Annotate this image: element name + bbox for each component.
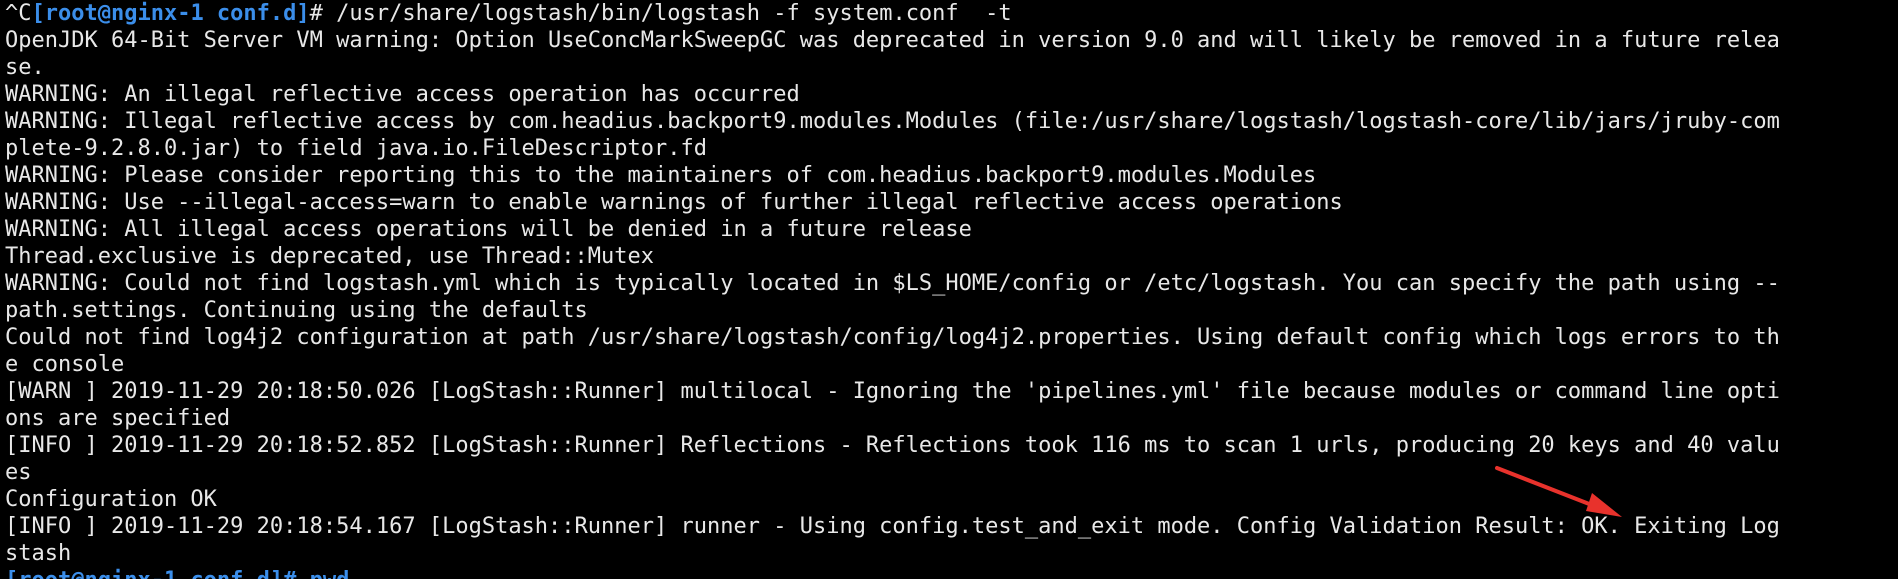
output-line: OpenJDK 64-Bit Server VM warning: Option… bbox=[5, 28, 1780, 53]
output-line: se. bbox=[5, 55, 45, 80]
output-block: OpenJDK 64-Bit Server VM warning: Option… bbox=[5, 27, 1898, 567]
output-line: [WARN ] 2019-11-29 20:18:50.026 [LogStas… bbox=[5, 379, 1780, 404]
output-line: WARNING: Illegal reflective access by co… bbox=[5, 109, 1780, 134]
prompt-prefix: ^C bbox=[5, 1, 32, 26]
output-line: plete-9.2.8.0.jar) to field java.io.File… bbox=[5, 136, 707, 161]
output-line: [INFO ] 2019-11-29 20:18:54.167 [LogStas… bbox=[5, 514, 1780, 539]
output-line: WARNING: Please consider reporting this … bbox=[5, 163, 1317, 188]
output-line: WARNING: An illegal reflective access op… bbox=[5, 82, 800, 107]
output-line: path.settings. Continuing using the defa… bbox=[5, 298, 588, 323]
prompt-symbol: # bbox=[309, 1, 323, 26]
output-line: Configuration OK bbox=[5, 487, 217, 512]
next-prompt: [root@nginx-1 conf.d]# pwd bbox=[5, 568, 349, 579]
prompt-user-host: [root@nginx-1 conf.d] bbox=[31, 1, 310, 26]
output-line: ons are specified bbox=[5, 406, 231, 431]
output-line: es bbox=[5, 460, 32, 485]
output-line: WARNING: Use --illegal-access=warn to en… bbox=[5, 190, 1343, 215]
command-text: /usr/share/logstash/bin/logstash -f syst… bbox=[322, 1, 1012, 26]
next-prompt-line: [root@nginx-1 conf.d]# pwd bbox=[5, 567, 1898, 579]
output-line: Thread.exclusive is deprecated, use Thre… bbox=[5, 244, 655, 269]
output-line: [INFO ] 2019-11-29 20:18:52.852 [LogStas… bbox=[5, 433, 1780, 458]
command-line: ^C[root@nginx-1 conf.d]# /usr/share/logs… bbox=[5, 0, 1898, 27]
terminal-window[interactable]: ^C[root@nginx-1 conf.d]# /usr/share/logs… bbox=[0, 0, 1898, 579]
output-line: WARNING: Could not find logstash.yml whi… bbox=[5, 271, 1780, 296]
output-line: stash bbox=[5, 541, 72, 566]
output-line: WARNING: All illegal access operations w… bbox=[5, 217, 972, 242]
output-line: Could not find log4j2 configuration at p… bbox=[5, 325, 1780, 350]
output-line: e console bbox=[5, 352, 125, 377]
